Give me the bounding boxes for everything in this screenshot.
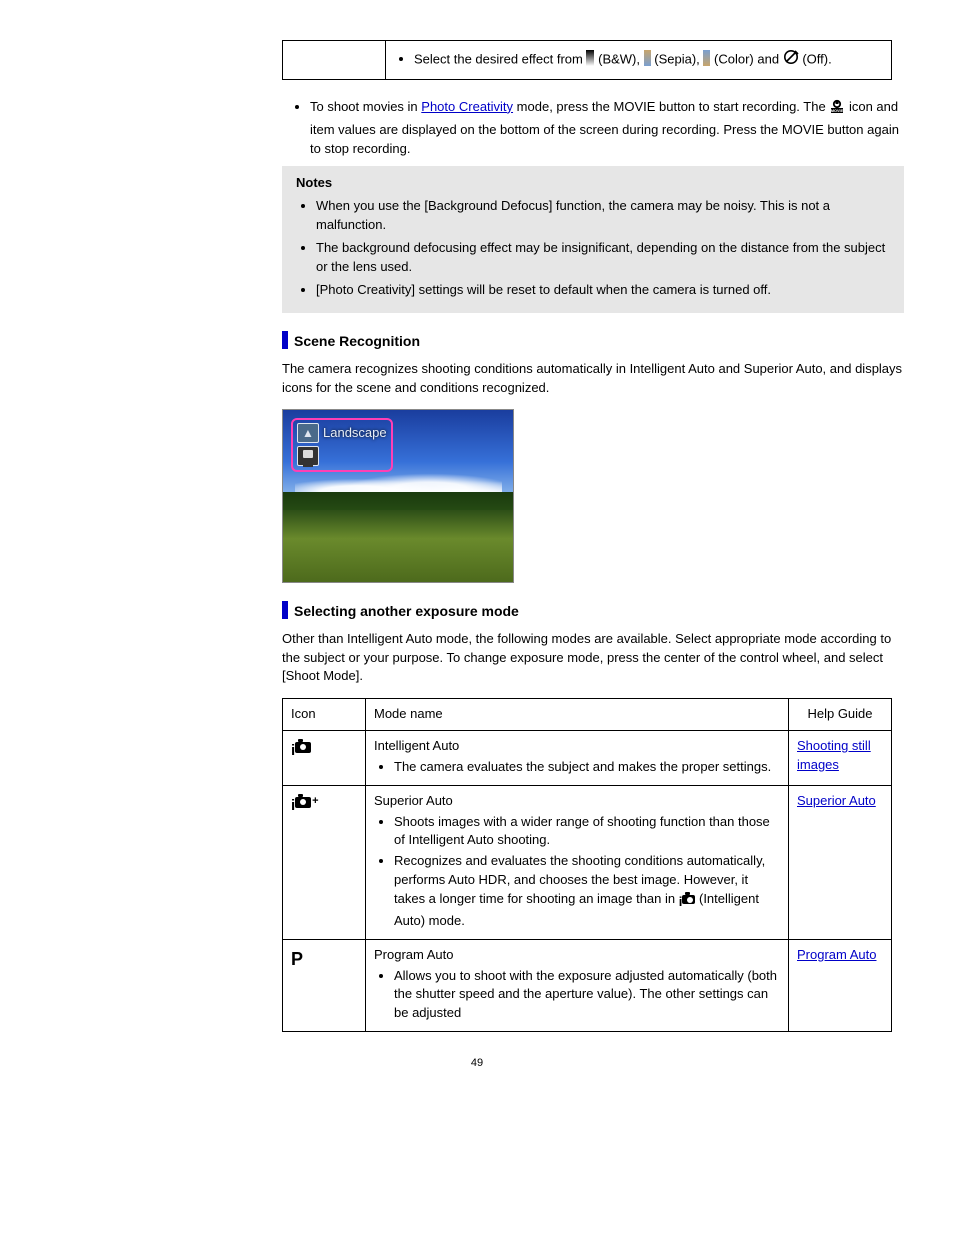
mode-name: Superior Auto <box>374 793 453 808</box>
mode-desc: Recognizes and evaluates the shooting co… <box>394 852 780 930</box>
notes-heading: Notes <box>296 174 890 193</box>
superior-auto-icon: i+ <box>291 794 319 817</box>
scene-osd-frame: ▲ Landscape <box>291 418 393 472</box>
movie-note-text1: To shoot movies in <box>310 99 421 114</box>
guide-link[interactable]: Superior Auto <box>797 793 876 808</box>
intelligent-auto-icon: i <box>291 740 311 762</box>
col-icon: Icon <box>283 699 366 731</box>
sepia-icon <box>644 50 651 66</box>
movie-note-text2: mode, press the MOVIE button to start re… <box>517 99 826 114</box>
notes-box: Notes When you use the [Background Defoc… <box>282 166 904 313</box>
program-auto-icon: P <box>291 949 303 969</box>
photo-creativity-link[interactable]: Photo Creativity <box>421 99 513 114</box>
page: Select the desired effect from (B&W), (S… <box>0 0 954 1102</box>
landscape-icon: ▲ <box>297 423 319 443</box>
intelligent-auto-icon: i <box>679 893 696 912</box>
section-bar-icon <box>282 601 288 619</box>
bw-icon <box>586 50 594 66</box>
col-guide: Help Guide <box>789 699 892 731</box>
note-item: The background defocusing effect may be … <box>316 239 890 277</box>
movie-icon: MOVIE <box>829 99 845 121</box>
mode-desc: The camera evaluates the subject and mak… <box>394 758 780 777</box>
page-number: 49 <box>50 1056 904 1072</box>
creativity-bullet: Select the desired effect from (B&W), (S… <box>414 49 883 71</box>
opt-color: (Color) and <box>714 51 779 66</box>
movie-note-list: To shoot movies in Photo Creativity mode… <box>310 98 904 159</box>
scene-paragraph: The camera recognizes shooting condition… <box>282 360 904 398</box>
osd-landscape-label: Landscape <box>323 424 387 443</box>
tripod-icon <box>297 446 319 466</box>
mode-name: Program Auto <box>374 947 454 962</box>
table-row: P Program Auto Allows you to shoot with … <box>283 939 892 1031</box>
exposure-modes-paragraph: Other than Intelligent Auto mode, the fo… <box>282 630 904 687</box>
svg-text:MOVIE: MOVIE <box>831 109 844 113</box>
exposure-modes-table: Icon Mode name Help Guide i Intelligent … <box>282 698 892 1032</box>
creativity-options-table: Select the desired effect from (B&W), (S… <box>282 40 892 80</box>
table-header-row: Icon Mode name Help Guide <box>283 699 892 731</box>
mode-desc: Shoots images with a wider range of shoo… <box>394 813 780 851</box>
scene-sample-image: ▲ Landscape <box>282 409 514 583</box>
scene-recognition-heading: Scene Recognition <box>282 331 904 351</box>
opt-off: (Off). <box>802 51 831 66</box>
col-name: Mode name <box>366 699 789 731</box>
off-icon <box>783 49 799 71</box>
table-row: i Intelligent Auto The camera evaluates … <box>283 731 892 786</box>
creativity-text: Select the desired effect from <box>414 51 583 66</box>
mode-name: Intelligent Auto <box>374 738 459 753</box>
note-item: When you use the [Background Defocus] fu… <box>316 197 890 235</box>
opt-bw: (B&W), <box>598 51 640 66</box>
color-icon <box>703 50 710 66</box>
mode-desc: Allows you to shoot with the exposure ad… <box>394 967 780 1024</box>
table-row: i+ Superior Auto Shoots images with a wi… <box>283 785 892 939</box>
guide-link[interactable]: Program Auto <box>797 947 877 962</box>
exposure-modes-heading: Selecting another exposure mode <box>282 601 904 621</box>
section-bar-icon <box>282 331 288 349</box>
note-item: [Photo Creativity] settings will be rese… <box>316 281 890 300</box>
opt-sepia: (Sepia), <box>654 51 700 66</box>
content-column: Select the desired effect from (B&W), (S… <box>282 40 904 1032</box>
movie-note: To shoot movies in Photo Creativity mode… <box>310 98 904 159</box>
guide-link[interactable]: Shooting still images <box>797 738 871 772</box>
